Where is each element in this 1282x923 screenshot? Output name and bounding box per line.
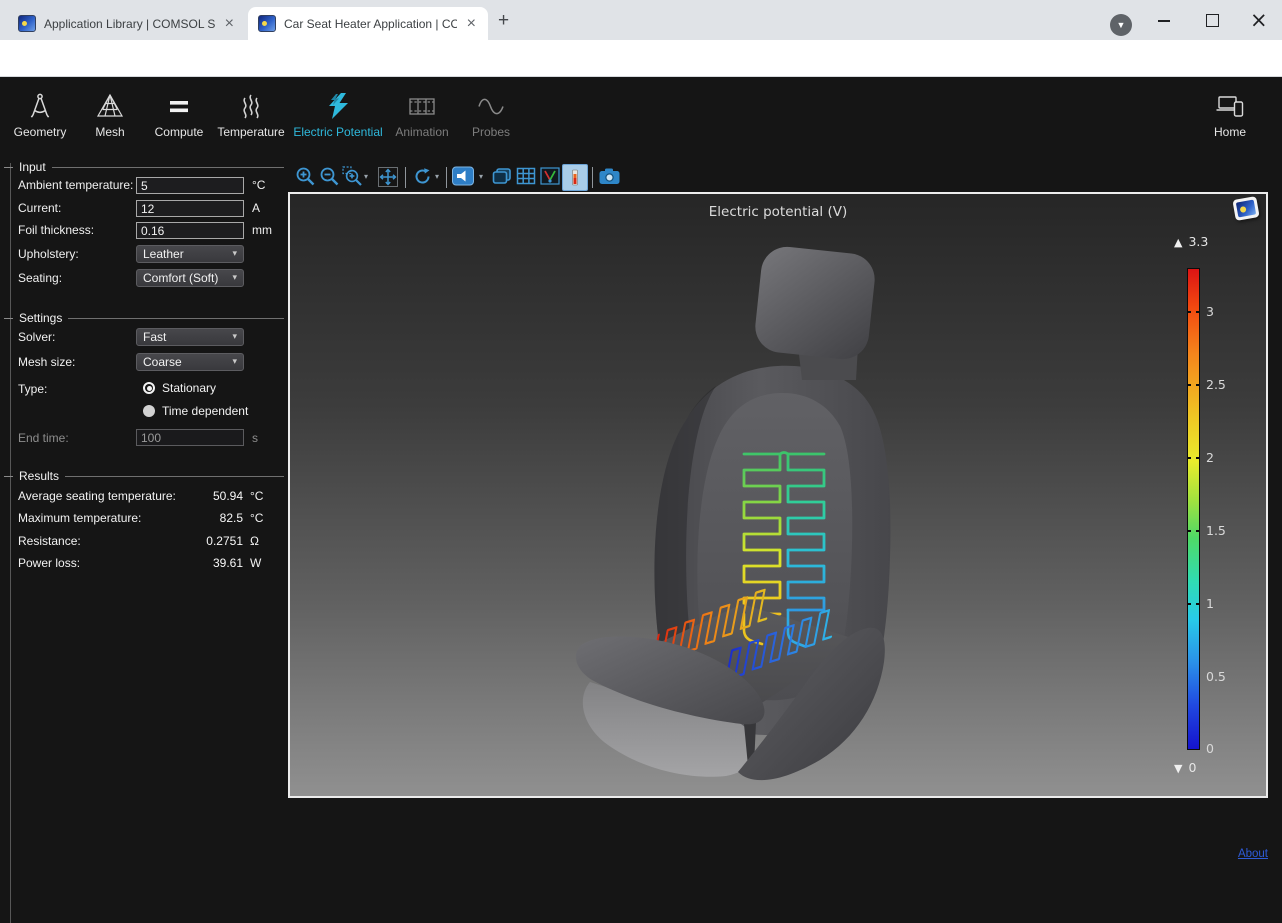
solver-label: Solver: xyxy=(18,330,55,344)
seating-select[interactable]: Comfort (Soft) ▾ xyxy=(136,269,244,287)
chevron-down-icon: ▾ xyxy=(232,249,237,259)
car-seat-3d-model[interactable] xyxy=(290,194,1266,796)
legend-tick: 0 xyxy=(1206,741,1214,756)
graphics-canvas[interactable]: Electric potential (V) xyxy=(288,192,1268,798)
browser-update-icon[interactable]: ▼ xyxy=(1110,14,1132,36)
end-time-label: End time: xyxy=(18,431,69,445)
browser-address-bar: ← → ↻ ⌂ comsol.com/server-demo/app/car_s… xyxy=(0,40,1282,77)
home-devices-icon xyxy=(1185,89,1275,123)
tab-close-icon[interactable]: × xyxy=(465,17,478,31)
tab-title: Car Seat Heater Application | CO xyxy=(284,17,457,31)
tab-title: Application Library | COMSOL Se xyxy=(44,17,215,31)
current-input[interactable] xyxy=(136,200,244,217)
power-loss-value: 39.61 xyxy=(133,556,243,570)
ambient-temperature-label: Ambient temperature: xyxy=(18,178,133,192)
ribbon-probes-button[interactable]: Probes xyxy=(446,89,536,145)
mesh-size-label: Mesh size: xyxy=(18,355,75,369)
zoom-in-icon[interactable] xyxy=(295,166,316,187)
resistance-unit: Ω xyxy=(250,534,259,548)
max-temp-label: Maximum temperature: xyxy=(18,511,141,525)
browser-tab-strip: Application Library | COMSOL Se × Car Se… xyxy=(0,0,1282,40)
window-maximize-button[interactable] xyxy=(1206,14,1219,27)
camera-snapshot-icon[interactable] xyxy=(598,166,621,186)
scene-light-icon[interactable] xyxy=(491,166,513,186)
legend-tick: 2.5 xyxy=(1206,377,1226,392)
comsol-favicon xyxy=(258,15,276,32)
headrest xyxy=(753,244,877,361)
max-temp-unit: °C xyxy=(250,511,263,525)
legend-tick: 1 xyxy=(1206,596,1214,611)
legend-tick: 0.5 xyxy=(1206,669,1226,684)
chevron-down-icon: ▾ xyxy=(232,332,237,342)
toolbar-separator xyxy=(405,167,406,188)
chevron-down-icon: ▾ xyxy=(232,273,237,283)
solver-select[interactable]: Fast ▾ xyxy=(136,328,244,346)
color-legend-toggle-active[interactable] xyxy=(562,164,588,191)
ambient-unit: °C xyxy=(252,178,265,192)
zoom-box-icon[interactable] xyxy=(342,166,363,187)
section-settings: Settings xyxy=(4,311,284,325)
color-legend-bar xyxy=(1187,268,1200,750)
zoom-box-dropdown-caret[interactable]: ▾ xyxy=(364,172,368,181)
view-icon[interactable] xyxy=(452,166,474,186)
toolbar-separator xyxy=(446,167,447,188)
toolbar-separator xyxy=(592,167,593,188)
current-unit: A xyxy=(252,201,260,215)
upholstery-select[interactable]: Leather ▾ xyxy=(136,245,244,263)
power-loss-label: Power loss: xyxy=(18,556,80,570)
section-results: Results xyxy=(4,469,284,483)
section-input: Input xyxy=(4,160,284,174)
probes-sine-icon xyxy=(446,89,536,123)
legend-tick: 1.5 xyxy=(1206,523,1226,538)
radio-selected-icon xyxy=(143,382,155,394)
zoom-out-icon[interactable] xyxy=(319,166,340,187)
end-time-input xyxy=(136,429,244,446)
max-temp-value: 82.5 xyxy=(133,511,243,525)
comsol-favicon xyxy=(18,15,36,32)
avg-temp-value: 50.94 xyxy=(133,489,243,503)
comsol-app: Geometry Mesh Compute Temperature xyxy=(0,77,1282,891)
ribbon-home-button[interactable]: Home xyxy=(1185,89,1275,145)
seating-label: Seating: xyxy=(18,271,62,285)
foil-thickness-input[interactable] xyxy=(136,222,244,239)
legend-max: ▲3.3 xyxy=(1174,234,1208,249)
screen: { "browser": { "tab1": "Application Libr… xyxy=(0,0,1282,891)
mesh-size-select[interactable]: Coarse ▾ xyxy=(136,353,244,371)
view-dropdown-caret[interactable]: ▾ xyxy=(479,172,483,181)
tab-application-library[interactable]: Application Library | COMSOL Se × xyxy=(8,7,246,40)
ambient-temperature-input[interactable] xyxy=(136,177,244,194)
triangle-up-icon: ▲ xyxy=(1174,236,1182,249)
axes-orientation-icon[interactable] xyxy=(539,166,561,186)
tab-car-seat-heater[interactable]: Car Seat Heater Application | CO × xyxy=(248,7,488,40)
legend-tick: 3 xyxy=(1206,304,1214,319)
zoom-extents-icon[interactable] xyxy=(377,166,399,188)
current-label: Current: xyxy=(18,201,61,215)
end-time-unit: s xyxy=(252,431,258,445)
window-close-button[interactable]: × xyxy=(1250,8,1268,32)
upholstery-label: Upholstery: xyxy=(18,247,79,261)
avg-temp-unit: °C xyxy=(250,489,263,503)
sidebar-border xyxy=(10,163,11,923)
chevron-down-icon: ▾ xyxy=(232,357,237,367)
power-loss-unit: W xyxy=(250,556,261,570)
resistance-label: Resistance: xyxy=(18,534,81,548)
triangle-down-icon: ▼ xyxy=(1174,762,1182,775)
legend-min: ▼0 xyxy=(1174,760,1196,775)
rotate-view-icon[interactable] xyxy=(412,166,433,187)
resistance-value: 0.2751 xyxy=(133,534,243,548)
radio-stationary[interactable]: Stationary xyxy=(143,381,216,395)
window-minimize-button[interactable] xyxy=(1158,20,1170,22)
new-tab-button[interactable]: + xyxy=(498,10,509,32)
grid-icon[interactable] xyxy=(515,166,537,186)
graphics-toolbar: ▾ ▾ ▾ xyxy=(288,163,1270,193)
radio-time-dependent[interactable]: Time dependent xyxy=(143,404,248,418)
foil-thickness-label: Foil thickness: xyxy=(18,223,94,237)
about-link[interactable]: About xyxy=(1238,848,1268,860)
rotate-dropdown-caret[interactable]: ▾ xyxy=(435,172,439,181)
radio-unselected-icon xyxy=(143,405,155,417)
type-label: Type: xyxy=(18,382,47,396)
tab-close-icon[interactable]: × xyxy=(223,17,236,31)
foil-unit: mm xyxy=(252,223,272,237)
legend-tick: 2 xyxy=(1206,450,1214,465)
